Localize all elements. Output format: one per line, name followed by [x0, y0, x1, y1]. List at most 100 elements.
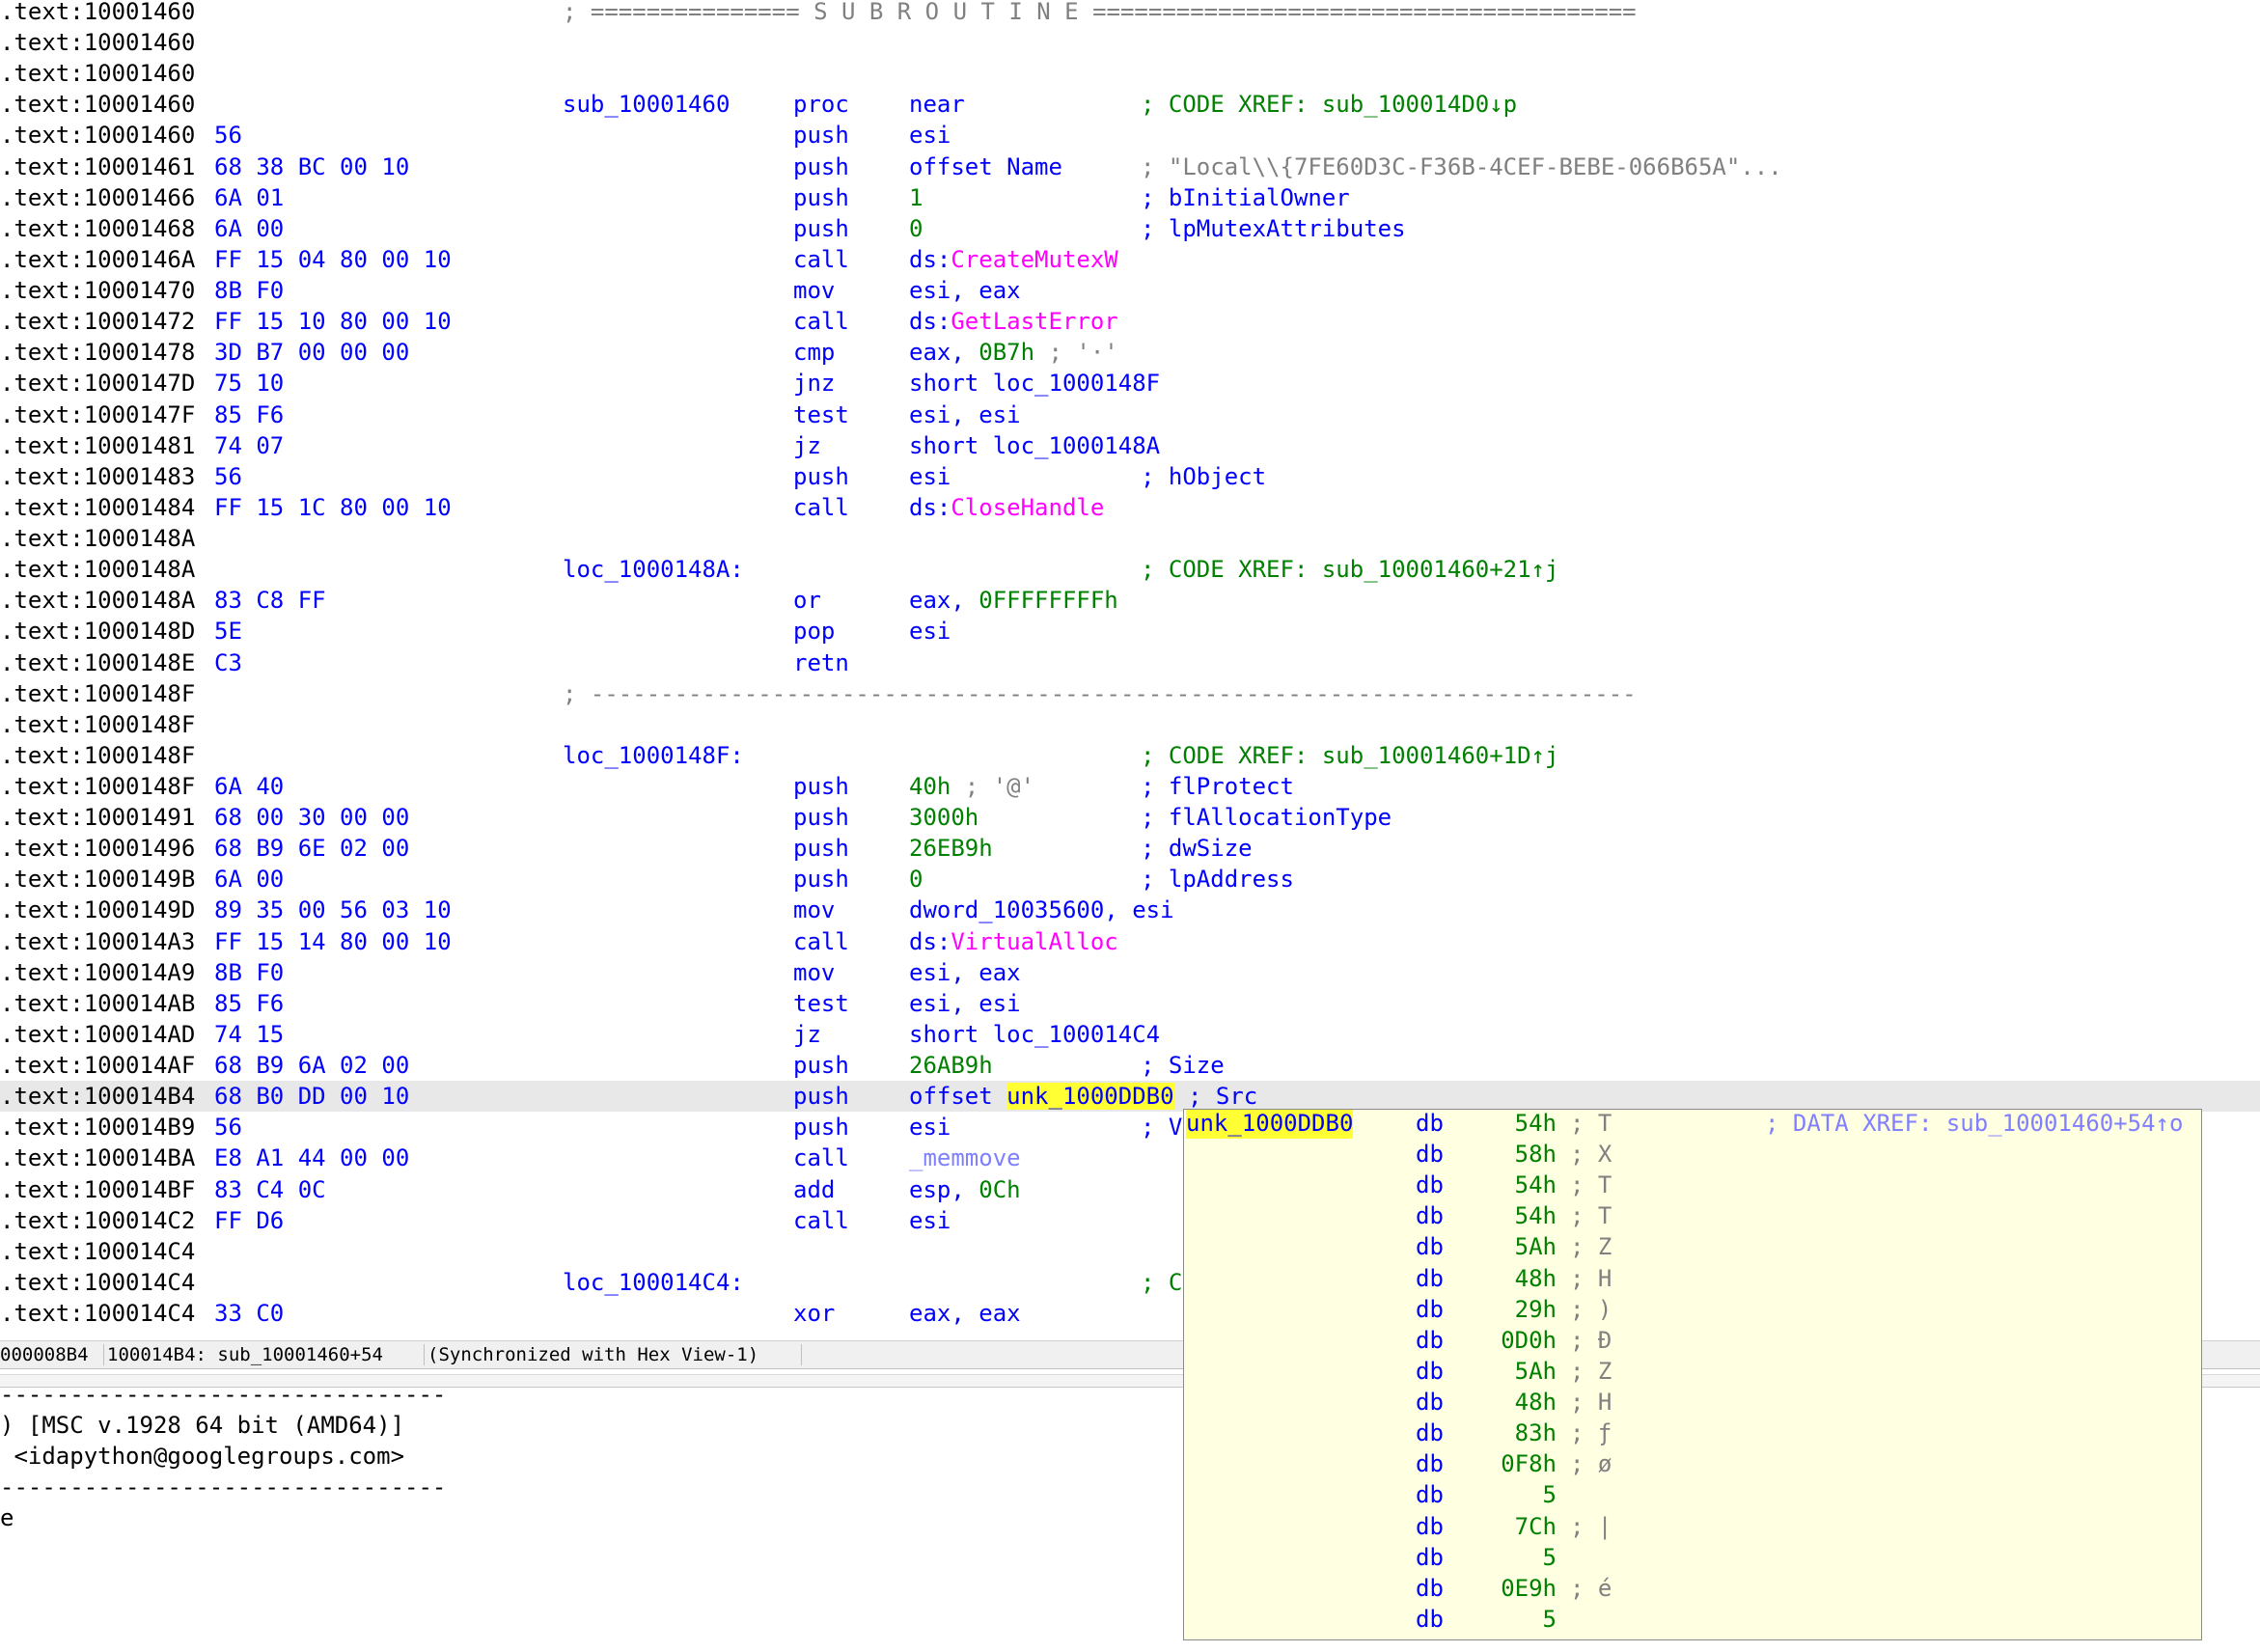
disasm-line[interactable]: .text:1000148A: [0, 523, 2260, 554]
disasm-line[interactable]: .text:10001460 56 push esi: [0, 120, 2260, 151]
hint-byte-value: 5Ah: [1514, 1233, 1557, 1261]
address: .text:1000149B: [0, 866, 196, 894]
opcode-bytes: 68 B0 DD 00 10: [214, 1083, 410, 1111]
operands[interactable]: esi: [909, 461, 951, 492]
import-function-name[interactable]: CreateMutexW: [951, 246, 1117, 273]
operands[interactable]: esi: [909, 120, 951, 151]
address: .text:10001460: [0, 60, 196, 88]
disasm-line[interactable]: .text:100014A3 FF 15 14 80 00 10 call ds:Vi…: [0, 926, 2260, 957]
disasm-line[interactable]: .text:100014AD 74 15 jz short loc_100014C4: [0, 1019, 2260, 1050]
operands[interactable]: esi: [909, 616, 951, 647]
disasm-line[interactable]: .text:100014AB 85 F6 test esi, esi: [0, 988, 2260, 1019]
address: .text:10001496: [0, 835, 196, 863]
operands[interactable]: short loc_1000148A: [909, 430, 1160, 461]
operands[interactable]: eax, 0FFFFFFFFh: [909, 585, 1118, 616]
mnemonic: cmp: [793, 339, 836, 367]
operands[interactable]: ds:GetLastError: [909, 306, 1118, 337]
output-window[interactable]: -------------------------------- ) [MSC …: [0, 1388, 1183, 1652]
disasm-line[interactable]: .text:100014A9 8B F0 mov esi, eax: [0, 957, 2260, 988]
code-label[interactable]: loc_1000148F:: [563, 740, 744, 771]
disasm-line[interactable]: .text:1000148A loc_1000148A: ; CODE XREF: …: [0, 554, 2260, 585]
disasm-line[interactable]: .text:10001460 sub_10001460 proc near ; CODE…: [0, 89, 2260, 120]
operand-text: esp,: [909, 1175, 979, 1203]
operands[interactable]: esi, esi: [909, 988, 1021, 1019]
disasm-line[interactable]: .text:1000148F: [0, 709, 2260, 740]
disasm-line[interactable]: .text:10001460 ; =============== S U B R …: [0, 0, 2260, 27]
code-label[interactable]: loc_1000148A:: [563, 554, 744, 585]
address: .text:100014A9: [0, 958, 196, 986]
disasm-line[interactable]: .text:10001468 6A 00 push 0 ; lpMutexAttribu…: [0, 213, 2260, 244]
output-line: --------------------------------: [0, 1473, 447, 1501]
operands[interactable]: esi, eax: [909, 275, 1021, 306]
operands[interactable]: short loc_100014C4: [909, 1019, 1160, 1050]
operands[interactable]: 0: [909, 213, 923, 244]
library-function-name[interactable]: _memmove: [909, 1144, 1021, 1171]
disasm-line[interactable]: .text:1000147F 85 F6 test esi, esi: [0, 399, 2260, 430]
disasm-line[interactable]: .text:10001460: [0, 27, 2260, 58]
operands[interactable]: eax, 0B7h ; '·': [909, 337, 1118, 368]
operands[interactable]: 26EB9h: [909, 833, 993, 864]
disasm-line[interactable]: .text:10001491 68 00 30 00 00 push 3000h ; f…: [0, 802, 2260, 833]
operands[interactable]: esi, esi: [909, 399, 1021, 430]
hint-db-directive: db: [1416, 1574, 1444, 1602]
disasm-line[interactable]: .text:1000148F loc_1000148F: ; CODE XREF: …: [0, 740, 2260, 771]
operands[interactable]: offset unk_1000DDB0 ; Src: [909, 1081, 1257, 1112]
operands[interactable]: 26AB9h: [909, 1050, 993, 1081]
address: .text:1000147D: [0, 370, 196, 398]
operands[interactable]: eax, eax: [909, 1298, 1021, 1329]
disasm-line[interactable]: .text:10001481 74 07 jz short loc_1000148A: [0, 430, 2260, 461]
opcode-bytes: FF 15 04 80 00 10: [214, 245, 452, 273]
code-label[interactable]: sub_10001460: [563, 89, 730, 120]
hint-db-directive: db: [1416, 1481, 1444, 1509]
highlighted-symbol[interactable]: unk_1000DDB0: [1006, 1083, 1174, 1111]
import-function-name[interactable]: GetLastError: [951, 308, 1117, 335]
disasm-line[interactable]: .text:1000149B 6A 00 push 0 ; lpAddress: [0, 864, 2260, 895]
disasm-line[interactable]: .text:10001461 68 38 BC 00 10 push offset N…: [0, 151, 2260, 182]
disasm-line[interactable]: .text:10001460: [0, 58, 2260, 89]
disasm-line[interactable]: .text:100014AF 68 B9 6A 02 00 push 26AB9h ; …: [0, 1050, 2260, 1081]
operands[interactable]: near: [909, 89, 965, 120]
operands[interactable]: short loc_1000148F: [909, 368, 1160, 399]
disasm-line-selected[interactable]: .text:100014B4 68 B0 DD 00 10 push offset u…: [0, 1081, 2260, 1113]
operands[interactable]: dword_10035600, esi: [909, 895, 1174, 925]
disasm-line[interactable]: .text:1000148E C3 retn: [0, 647, 2260, 678]
operands[interactable]: 3000h: [909, 802, 978, 833]
disasm-line[interactable]: .text:10001496 68 B9 6E 02 00 push 26EB9h ; …: [0, 833, 2260, 864]
disasm-line[interactable]: .text:1000148A 83 C8 FF or eax, 0FFFFFFFFh: [0, 585, 2260, 616]
hint-char-comment: ; é: [1570, 1574, 1612, 1602]
disasm-line[interactable]: .text:1000147D 75 10 jnz short loc_1000148F: [0, 368, 2260, 399]
operands[interactable]: _memmove: [909, 1143, 1021, 1173]
operands[interactable]: ds:CreateMutexW: [909, 244, 1118, 275]
operands[interactable]: offset Name: [909, 151, 1062, 182]
disasm-line[interactable]: .text:10001472 FF 15 10 80 00 10 call ds:Ge…: [0, 306, 2260, 337]
disasm-line[interactable]: .text:10001478 3D B7 00 00 00 cmp eax, 0B7h…: [0, 337, 2260, 368]
opcode-bytes: 83 C8 FF: [214, 587, 326, 615]
import-function-name[interactable]: CloseHandle: [951, 494, 1104, 521]
operands[interactable]: ds:VirtualAlloc: [909, 926, 1118, 957]
operands[interactable]: esi, eax: [909, 957, 1021, 988]
disasm-line[interactable]: .text:1000146A FF 15 04 80 00 10 call ds:Cr…: [0, 244, 2260, 275]
disasm-line[interactable]: .text:1000148F ; ------------------------…: [0, 678, 2260, 709]
operands[interactable]: 40h ; '@': [909, 771, 1034, 802]
disasm-line[interactable]: .text:10001466 6A 01 push 1 ; bInitialOwner: [0, 182, 2260, 213]
opcode-bytes: 75 10: [214, 370, 285, 398]
mnemonic: push: [793, 1052, 849, 1080]
disasm-line[interactable]: .text:10001470 8B F0 mov esi, eax: [0, 275, 2260, 306]
opcode-bytes: 89 35 00 56 03 10: [214, 896, 452, 924]
operands[interactable]: ds:CloseHandle: [909, 492, 1104, 523]
import-function-name[interactable]: VirtualAlloc: [951, 928, 1117, 955]
operands[interactable]: 1: [909, 182, 923, 213]
disasm-line[interactable]: .text:10001484 FF 15 1C 80 00 10 call ds:Cl…: [0, 492, 2260, 523]
operand-text: esi, eax: [909, 958, 1021, 986]
disasm-line[interactable]: .text:10001483 56 push esi ; hObject: [0, 461, 2260, 492]
code-label[interactable]: loc_100014C4:: [563, 1267, 744, 1298]
operands[interactable]: esi: [909, 1205, 951, 1236]
disasm-line[interactable]: .text:1000148F 6A 40 push 40h ; '@' ; flProt…: [0, 771, 2260, 802]
hint-db-directive: db: [1416, 1141, 1444, 1169]
disasm-line[interactable]: .text:1000148D 5E pop esi: [0, 616, 2260, 647]
operands[interactable]: esp, 0Ch: [909, 1174, 1021, 1205]
opcode-bytes: 33 C0: [214, 1300, 285, 1328]
operands[interactable]: 0: [909, 864, 923, 895]
operands[interactable]: esi: [909, 1112, 951, 1143]
disasm-line[interactable]: .text:1000149D 89 35 00 56 03 10 mov dword_…: [0, 895, 2260, 925]
